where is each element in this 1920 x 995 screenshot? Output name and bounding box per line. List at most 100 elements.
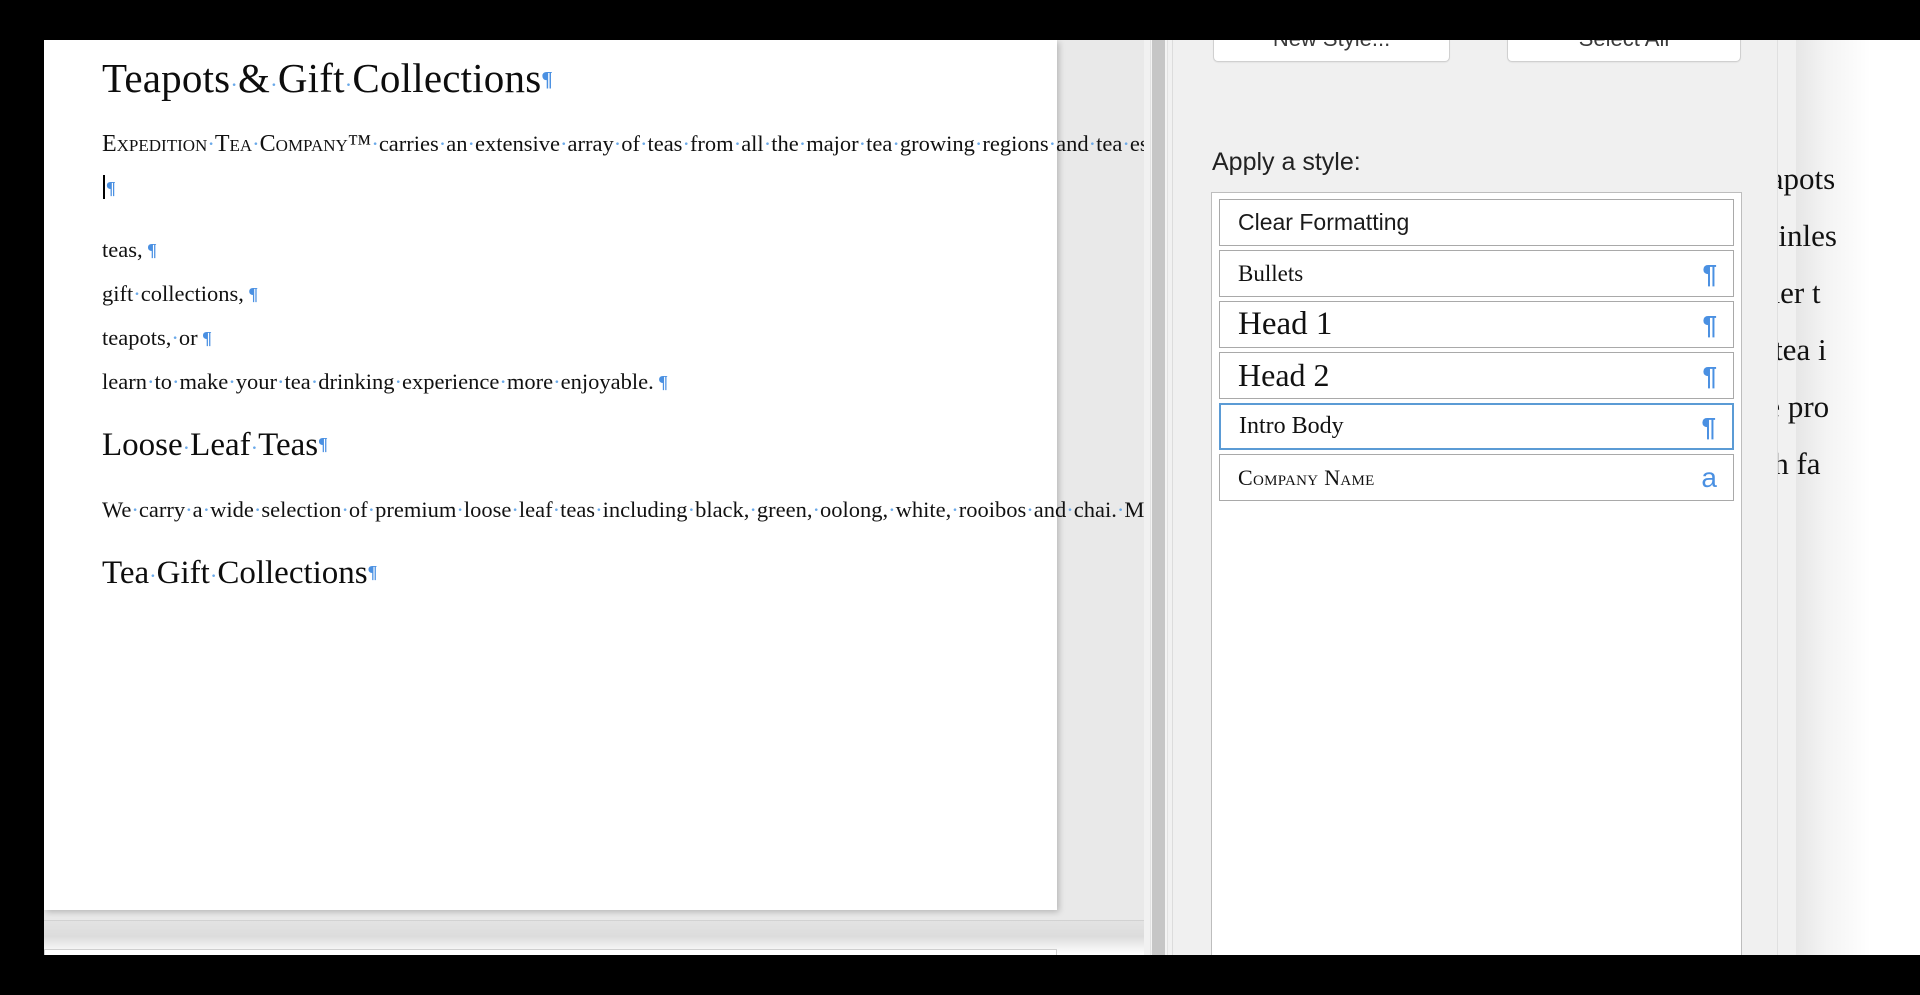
space-mark-icon: ·	[146, 369, 155, 395]
document-heading-loose-leaf: Loose·Leaf·Teas¶	[102, 426, 1002, 466]
pilcrow-icon: ¶	[367, 561, 378, 582]
list-item: teas, ¶	[102, 228, 1002, 272]
space-mark-icon: ·	[394, 369, 402, 395]
list-item-text: teapots,·or	[102, 325, 198, 351]
space-mark-icon: ·	[310, 369, 319, 395]
intro-paragraph-rest: ·carries·an·extensive·array·of·teas·from…	[371, 131, 1144, 157]
space-mark-icon: ·	[559, 131, 568, 157]
space-mark-icon: ·	[253, 496, 262, 522]
space-mark-icon: ·	[171, 325, 179, 351]
space-mark-icon: ·	[202, 496, 211, 522]
secondary-document-line: eapots	[1778, 161, 1836, 196]
style-item-label: Head 1	[1238, 306, 1333, 342]
horizontal-scrollbar-thumb[interactable]	[44, 949, 1057, 955]
document-heading-title: Teapots·&·Gift·Collections¶	[102, 54, 1002, 102]
space-mark-icon: ·	[595, 496, 603, 522]
space-mark-icon: ·	[951, 496, 959, 522]
space-mark-icon: ·	[367, 496, 376, 522]
space-mark-icon: ·	[812, 496, 821, 522]
space-mark-icon: ·	[149, 562, 157, 588]
document-body[interactable]: Teapots·&·Gift·Collections¶ Expedition·T…	[102, 40, 1144, 594]
style-list-item-bullets[interactable]: Bullets ¶	[1219, 250, 1734, 297]
document-page[interactable]: Teapots·&·Gift·Collections¶ Expedition·T…	[44, 40, 1144, 910]
document-scroll-area[interactable]: Teapots·&·Gift·Collections¶ Expedition·T…	[44, 40, 1144, 920]
space-mark-icon: ·	[613, 131, 622, 157]
text-cursor-caret	[103, 175, 105, 200]
space-mark-icon: ·	[888, 496, 896, 522]
style-list-item-clear-formatting[interactable]: Clear Formatting	[1219, 199, 1734, 246]
select-all-button[interactable]: Select All	[1507, 40, 1741, 62]
pilcrow-icon: ¶	[318, 434, 328, 455]
document-intro-paragraph: Expedition·Tea·Company™·carries·an·exten…	[102, 122, 1144, 210]
style-item-label: Intro Body	[1239, 413, 1344, 439]
space-mark-icon: ·	[456, 496, 464, 522]
screenshot-root: Teapots·&·Gift·Collections¶ Expedition·T…	[0, 0, 1920, 995]
pilcrow-icon: ¶	[243, 284, 259, 305]
secondary-document-line: re pro	[1778, 389, 1830, 424]
document-loose-leaf-paragraph: We·carry·a·wide·selection·of·premium·loo…	[102, 488, 1144, 532]
space-mark-icon: ·	[682, 131, 690, 157]
document-heading-tea-gift: Tea·Gift·Collections¶	[102, 554, 1002, 594]
style-list-item-intro-body[interactable]: Intro Body ¶	[1219, 403, 1734, 450]
space-mark-icon: ·	[438, 131, 447, 157]
style-item-label: Company Name	[1238, 464, 1375, 490]
pilcrow-icon: ¶	[197, 328, 212, 349]
list-item-text: teas,	[102, 237, 143, 263]
secondary-document-line: ith fa	[1778, 446, 1821, 481]
space-mark-icon: ·	[763, 131, 772, 157]
space-mark-icon: ·	[131, 496, 139, 522]
list-item: teapots,·or ¶	[102, 316, 1002, 360]
pilcrow-icon: ¶	[541, 67, 553, 91]
space-mark-icon: ·	[1122, 131, 1130, 157]
pilcrow-icon: ¶	[142, 240, 157, 261]
space-mark-icon: ·	[499, 369, 507, 395]
new-style-button-label: New Style...	[1273, 40, 1390, 52]
space-mark-icon: ·	[228, 369, 236, 395]
space-mark-icon: ·	[1026, 496, 1034, 522]
space-mark-icon: ·	[276, 369, 285, 395]
document-list-block: teas, ¶ gift·collections, ¶ teapots,·or …	[102, 228, 1002, 404]
vertical-scrollbar-thumb[interactable]	[1152, 40, 1165, 955]
space-mark-icon: ·	[798, 131, 807, 157]
document-heading-title-text: Teapots·&·Gift·Collections	[102, 55, 542, 101]
new-style-button[interactable]: New Style...	[1213, 40, 1450, 62]
space-mark-icon: ·	[733, 131, 742, 157]
space-mark-icon: ·	[974, 131, 983, 157]
paragraph-mark-icon: ¶	[1702, 309, 1717, 340]
space-mark-icon: ·	[133, 281, 141, 307]
space-mark-icon: ·	[1116, 496, 1125, 522]
style-list-item-head-1[interactable]: Head 1 ¶	[1219, 301, 1734, 348]
document-heading-tea-gift-text: Tea·Gift·Collections	[102, 554, 368, 591]
space-mark-icon: ·	[858, 131, 867, 157]
secondary-document-page: eapots tainles ther t f tea i re pro ith…	[1778, 40, 1920, 955]
space-mark-icon: ·	[467, 131, 476, 157]
style-list-item-head-2[interactable]: Head 2 ¶	[1219, 352, 1734, 399]
space-mark-icon: ·	[552, 496, 561, 522]
pilcrow-icon: ¶	[106, 178, 116, 199]
style-list[interactable]: Clear Formatting Bullets ¶ Head 1 ¶ Head…	[1211, 192, 1742, 955]
secondary-document-preview[interactable]: eapots tainles ther t f tea i re pro ith…	[1777, 40, 1920, 955]
secondary-document-line: ther t	[1778, 275, 1821, 310]
styles-panel-buttons: New Style... Select All	[1173, 40, 1777, 72]
style-list-item-company-name[interactable]: Company Name a	[1219, 454, 1734, 501]
style-item-label: Head 2	[1238, 357, 1330, 393]
document-heading-loose-leaf-text: Loose·Leaf·Teas	[102, 427, 319, 464]
document-loose-leaf-paragraph-text: We·carry·a·wide·selection·of·premium·loo…	[102, 496, 1144, 522]
space-mark-icon: ·	[270, 72, 278, 97]
space-mark-icon: ·	[185, 496, 193, 522]
apply-a-style-label: Apply a style:	[1212, 148, 1361, 176]
space-mark-icon: ·	[371, 131, 379, 157]
paragraph-mark-icon: ¶	[1702, 360, 1717, 391]
space-mark-icon: ·	[1048, 131, 1057, 157]
horizontal-scrollbar[interactable]	[44, 920, 1144, 955]
space-mark-icon: ·	[252, 131, 260, 157]
character-style-icon: a	[1701, 461, 1717, 493]
secondary-document-line: tainles	[1778, 218, 1837, 253]
document-window: Teapots·&·Gift·Collections¶ Expedition·T…	[44, 40, 1144, 955]
space-mark-icon: ·	[344, 72, 353, 97]
space-mark-icon: ·	[341, 496, 349, 522]
list-item-text: learn·to·make·your·tea·drinking·experien…	[102, 369, 654, 395]
styles-panel: New Style... Select All Apply a style: C…	[1172, 40, 1777, 955]
space-mark-icon: ·	[207, 131, 215, 157]
space-mark-icon: ·	[209, 562, 218, 588]
